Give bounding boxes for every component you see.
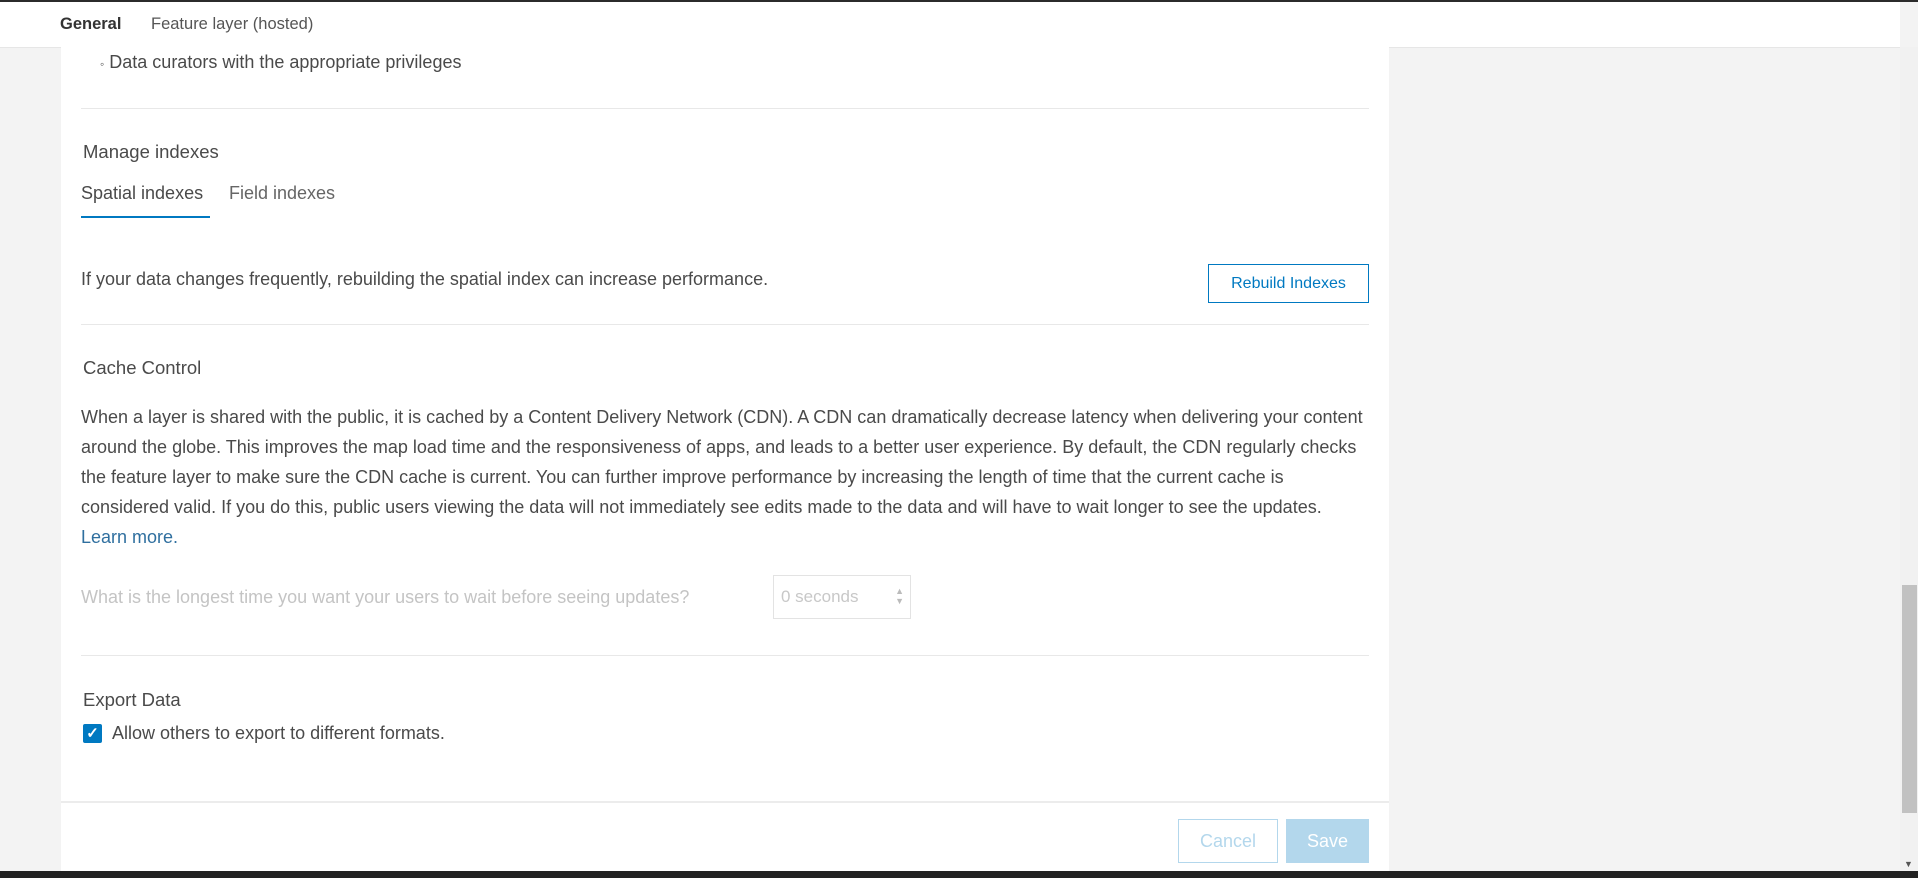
learn-more-link[interactable]: Learn more. — [81, 527, 178, 547]
cache-question: What is the longest time you want your u… — [81, 587, 690, 607]
export-checkbox-label[interactable]: Allow others to export to different form… — [112, 718, 445, 748]
tab-feature-layer[interactable]: Feature layer (hosted) — [151, 15, 313, 34]
settings-panel: ◦ Data curators with the appropriate pri… — [61, 47, 1389, 871]
scrollbar[interactable]: ▼ — [1900, 47, 1918, 871]
select-value: 0 seconds — [781, 587, 859, 606]
bullet-item: ◦ Data curators with the appropriate pri… — [100, 47, 461, 79]
divider — [81, 108, 1369, 109]
cancel-button[interactable]: Cancel — [1178, 819, 1278, 863]
scrollbar-thumb[interactable] — [1902, 585, 1917, 813]
rebuild-indexes-button[interactable]: Rebuild Indexes — [1208, 264, 1369, 303]
header-bar: General Feature layer (hosted) — [0, 2, 1900, 48]
footer-divider — [61, 801, 1389, 803]
active-tab-indicator — [81, 216, 210, 218]
tab-spatial-indexes[interactable]: Spatial indexes — [81, 183, 203, 204]
cache-duration-select[interactable]: 0 seconds ▲ ▼ — [773, 575, 911, 619]
scroll-down-arrow-icon[interactable]: ▼ — [1904, 859, 1913, 869]
taskbar-edge — [0, 871, 1918, 878]
spatial-index-description: If your data changes frequently, rebuild… — [81, 269, 769, 289]
bullet-marker: ◦ — [100, 57, 105, 71]
manage-indexes-title: Manage indexes — [83, 141, 219, 162]
cache-description-text: When a layer is shared with the public, … — [81, 407, 1363, 517]
divider — [81, 655, 1369, 656]
cache-control-description: When a layer is shared with the public, … — [81, 402, 1371, 552]
save-button[interactable]: Save — [1286, 819, 1369, 863]
tab-general[interactable]: General — [60, 15, 121, 34]
bullet-text: Data curators with the appropriate privi… — [109, 52, 462, 72]
divider — [81, 324, 1369, 325]
updown-arrows-icon: ▲ ▼ — [895, 586, 904, 606]
cache-control-title: Cache Control — [83, 357, 202, 378]
export-checkbox[interactable]: ✓ — [83, 724, 102, 743]
tab-field-indexes[interactable]: Field indexes — [229, 183, 335, 204]
checkmark-icon: ✓ — [86, 725, 99, 742]
export-data-title: Export Data — [83, 689, 181, 710]
